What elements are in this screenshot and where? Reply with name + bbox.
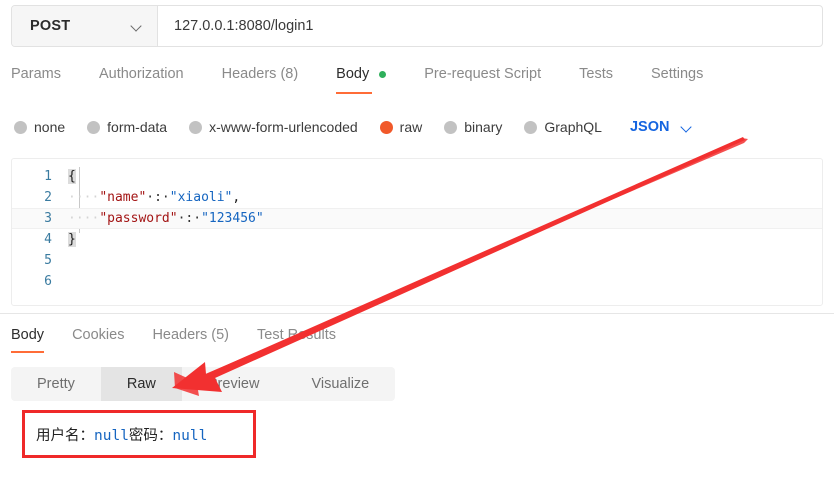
response-tab-cookies[interactable]: Cookies [72,325,124,353]
radio-binary[interactable]: binary [444,119,502,135]
response-tab-body-label: Body [11,327,45,343]
request-url-bar: POST 127.0.0.1:8080/login1 [11,5,823,47]
radio-circle-selected-icon [379,120,393,134]
radio-graphql[interactable]: GraphQL [524,119,602,135]
http-method-select[interactable]: POST [12,6,158,46]
tab-params[interactable]: Params [11,64,61,94]
line-number: 1 [44,169,52,184]
body-format-label: JSON [629,119,670,135]
chevron-down-icon [682,122,693,133]
radio-none-label: none [34,119,66,135]
tab-headers[interactable]: Headers (8) [222,64,299,94]
view-mode-visualize-label: Visualize [311,376,370,392]
code-line: 6 [12,271,822,292]
radio-form-data[interactable]: form-data [87,119,167,135]
line-number: 3 [44,211,52,226]
response-tab-bar: Body Cookies Headers (5) Test Results [11,325,364,353]
response-tab-test-results[interactable]: Test Results [257,325,336,353]
token-key: "name" [99,190,147,205]
token-whitespace: ···· [68,190,100,205]
line-number: 2 [44,190,52,205]
response-body-text: 用户名：null密码：null [36,424,207,445]
tab-pre-request-script[interactable]: Pre-request Script [424,64,541,94]
tab-pre-request-script-label: Pre-request Script [424,66,542,82]
response-password-value: null [172,428,208,444]
body-modified-dot-icon [379,70,387,78]
response-tab-test-results-label: Test Results [257,327,336,343]
line-number: 4 [44,232,52,247]
response-password-label: 密码： [128,428,173,444]
radio-x-www-form-urlencoded-label: x-www-form-urlencoded [209,119,358,135]
tab-tests[interactable]: Tests [579,64,613,94]
code-content: ····"password"·:·"123456" [68,211,264,226]
radio-raw-label: raw [399,119,423,135]
response-username-label: 用户名： [36,428,94,444]
request-tab-bar: Params Authorization Headers (8) Body Pr… [11,64,823,100]
url-text: 127.0.0.1:8080/login1 [174,18,314,34]
section-divider [0,313,834,314]
response-view-mode-group: Pretty Raw Preview Visualize [11,367,396,401]
token-key: "password" [99,211,178,226]
radio-circle-icon [87,120,101,134]
tab-authorization[interactable]: Authorization [99,64,184,94]
url-input[interactable]: 127.0.0.1:8080/login1 [158,6,822,46]
code-line: 2 ····"name"·:·"xiaoli", [12,187,822,208]
code-content: ····"name"·:·"xiaoli", [68,190,240,205]
response-tab-cookies-label: Cookies [72,327,125,343]
radio-binary-label: binary [464,119,503,135]
view-mode-raw[interactable]: Raw [100,367,182,401]
code-line: 3 ····"password"·:·"123456" [12,208,822,229]
body-format-select[interactable]: JSON [630,119,694,135]
tab-authorization-label: Authorization [98,66,184,82]
view-mode-visualize[interactable]: Visualize [285,367,395,401]
response-tab-headers-label: Headers (5) [152,327,230,343]
token-string: "123456" [201,211,264,226]
chevron-down-icon [132,21,143,32]
view-mode-pretty[interactable]: Pretty [11,367,101,401]
view-mode-pretty-label: Pretty [37,376,75,392]
tab-headers-label: Headers (8) [221,66,299,82]
view-mode-preview[interactable]: Preview [182,367,286,401]
code-line: 5 [12,250,822,271]
tab-body[interactable]: Body [336,64,387,94]
tab-body-label: Body [336,66,370,82]
tab-tests-label: Tests [579,66,613,82]
radio-raw[interactable]: raw [379,119,423,135]
view-mode-preview-label: Preview [207,376,260,392]
line-number: 5 [44,253,52,268]
response-username-value: null [94,428,129,444]
token-brace: } [68,232,76,247]
code-content: { [68,169,76,184]
request-body-editor[interactable]: 1 { 2 ····"name"·:·"xiaoli", 3 ····"pass… [11,158,823,306]
body-mode-radio-group: none form-data x-www-form-urlencoded raw… [14,113,820,141]
response-tab-headers[interactable]: Headers (5) [152,325,229,353]
http-method-label: POST [30,18,71,34]
token-colon: ·:· [146,190,170,205]
response-tab-body[interactable]: Body [11,325,45,353]
token-string: "xiaoli" [169,190,233,205]
radio-form-data-label: form-data [107,119,168,135]
token-comma: , [232,190,241,205]
token-whitespace: ···· [68,211,100,226]
radio-circle-icon [524,120,538,134]
radio-none[interactable]: none [14,119,65,135]
radio-x-www-form-urlencoded[interactable]: x-www-form-urlencoded [189,119,358,135]
token-colon: ·:· [177,211,202,226]
radio-circle-icon [444,120,458,134]
radio-circle-icon [14,120,27,134]
tab-settings[interactable]: Settings [651,64,703,94]
view-mode-raw-label: Raw [126,376,156,392]
code-line: 1 { [12,166,822,187]
code-line: 4 } [12,229,822,250]
token-brace: { [68,169,76,184]
radio-graphql-label: GraphQL [544,119,602,135]
tab-params-label: Params [11,66,61,82]
radio-circle-icon [189,120,203,134]
code-content: } [68,232,76,247]
tab-settings-label: Settings [650,66,704,82]
line-number: 6 [44,274,52,289]
